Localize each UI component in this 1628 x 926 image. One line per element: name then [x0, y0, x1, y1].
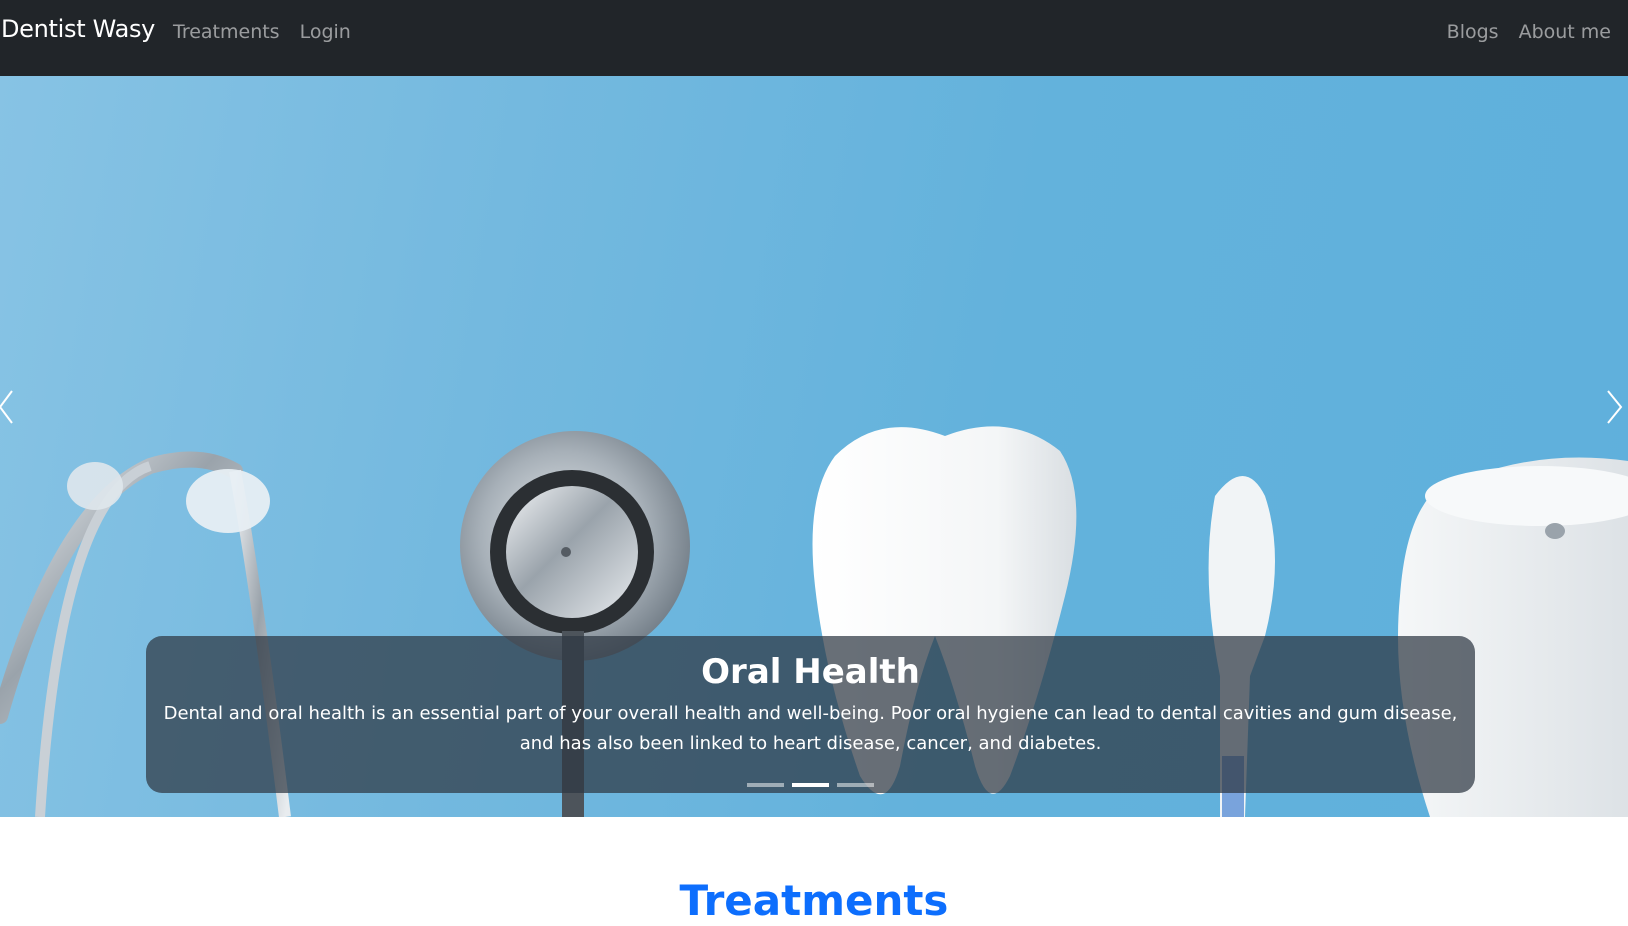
treatments-section-title: Treatments: [679, 876, 949, 926]
brand-link[interactable]: Dentist Wasy: [1, 15, 155, 43]
chevron-left-icon: [0, 390, 13, 424]
carousel-indicators: [146, 783, 1475, 787]
carousel-indicator-2[interactable]: [792, 783, 829, 787]
nav-link-treatments[interactable]: Treatments: [173, 21, 280, 43]
nav-link-about-me[interactable]: About me: [1519, 21, 1611, 43]
caption-title: Oral Health: [701, 652, 920, 692]
carousel-caption: Oral Health Dental and oral health is an…: [146, 636, 1475, 793]
nav-link-login[interactable]: Login: [300, 21, 351, 43]
carousel-indicator-3[interactable]: [837, 783, 874, 787]
carousel-next-button[interactable]: [1588, 381, 1628, 441]
nav-right: Blogs About me: [1447, 21, 1611, 43]
carousel-indicator-1[interactable]: [747, 783, 784, 787]
nav-link-blogs[interactable]: Blogs: [1447, 21, 1499, 43]
hero-carousel: Oral Health Dental and oral health is an…: [0, 76, 1628, 817]
caption-text: Dental and oral health is an essential p…: [163, 703, 1458, 754]
navbar: Dentist Wasy Treatments Login Blogs Abou…: [0, 0, 1628, 76]
chevron-right-icon: [1607, 390, 1623, 424]
nav-left: Treatments Login: [173, 21, 351, 43]
carousel-prev-button[interactable]: [0, 381, 40, 441]
